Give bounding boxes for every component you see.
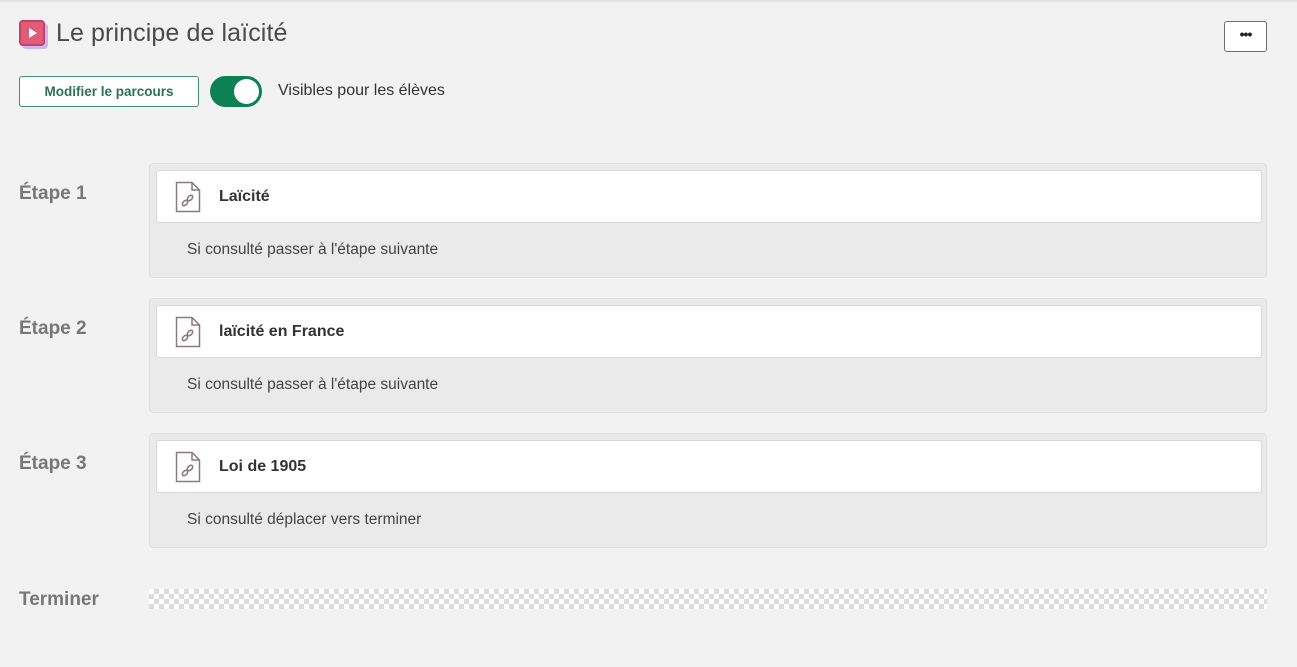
page-title: Le principe de laïcité (56, 18, 288, 47)
play-icon (19, 20, 45, 46)
page-header: Le principe de laïcité (19, 16, 288, 50)
visibility-toggle[interactable] (210, 75, 262, 107)
link-file-icon (175, 451, 201, 482)
ellipsis-icon: ••• (1239, 25, 1253, 42)
step-box: laïcité en France Si consulté passer à l… (149, 298, 1267, 413)
resource-card[interactable]: Loi de 1905 (156, 440, 1262, 493)
resource-title: Laïcité (219, 187, 270, 205)
link-file-icon (175, 181, 201, 212)
step-label: Étape 3 (19, 453, 87, 474)
step-label: Étape 2 (19, 318, 87, 339)
visibility-toggle-label: Visibles pour les élèves (278, 82, 445, 99)
step-condition: Si consulté passer à l'étape suivante (187, 241, 439, 258)
end-label: Terminer (19, 589, 99, 610)
more-options-button[interactable]: ••• (1224, 21, 1267, 52)
resource-title: laïcité en France (219, 322, 345, 340)
step-box: Laïcité Si consulté passer à l'étape sui… (149, 163, 1267, 278)
toolbar: Modifier le parcours Visibles pour les é… (19, 75, 445, 107)
resource-title: Loi de 1905 (219, 457, 307, 475)
toggle-knob (234, 78, 259, 104)
resource-card[interactable]: laïcité en France (156, 305, 1262, 358)
step-condition: Si consulté déplacer vers terminer (187, 511, 422, 528)
end-drop-zone[interactable] (149, 589, 1267, 609)
top-shadow (0, 0, 1297, 3)
link-file-icon (175, 316, 201, 347)
step-condition: Si consulté passer à l'étape suivante (187, 376, 439, 393)
edit-path-button[interactable]: Modifier le parcours (19, 75, 199, 107)
step-label: Étape 1 (19, 183, 87, 204)
resource-card[interactable]: Laïcité (156, 170, 1262, 223)
step-box: Loi de 1905 Si consulté déplacer vers te… (149, 433, 1267, 548)
